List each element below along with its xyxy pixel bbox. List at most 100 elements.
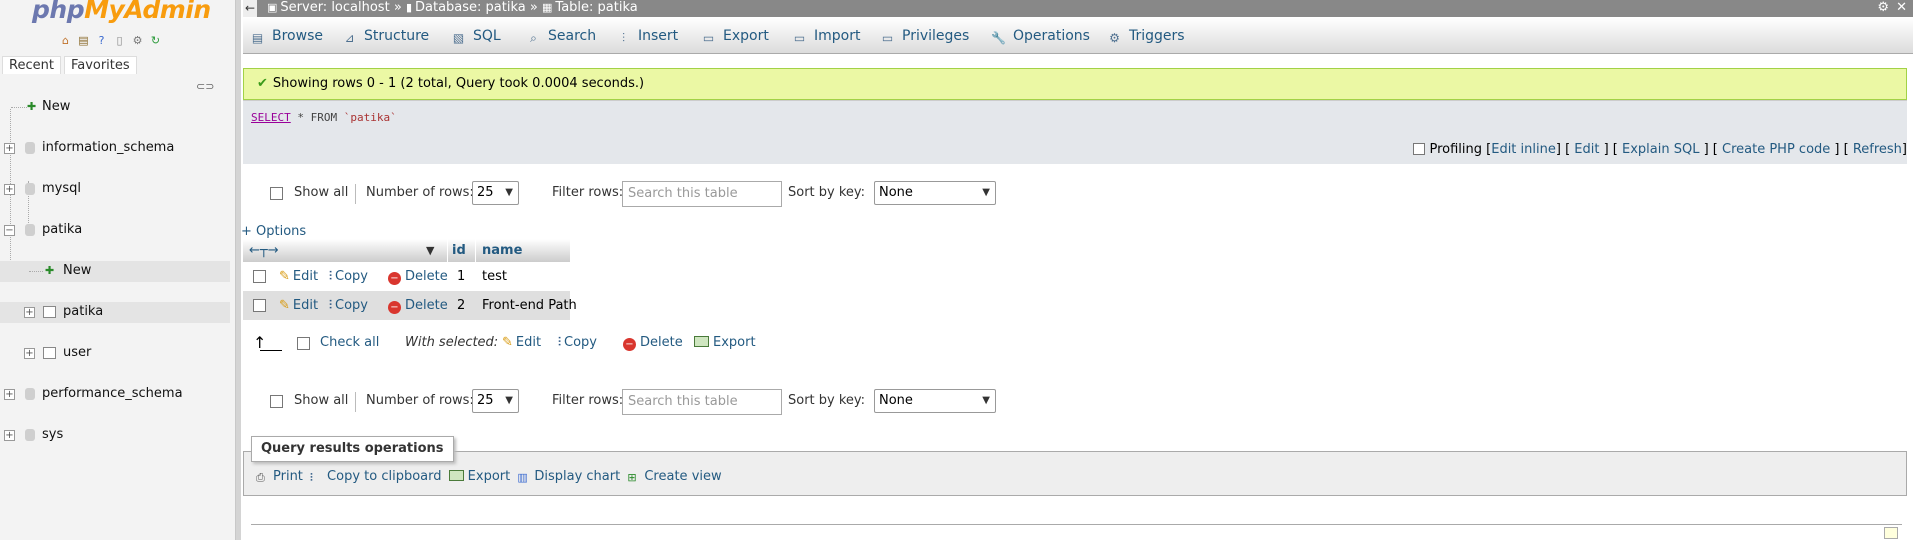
gear-icon[interactable]: ⚙ — [130, 33, 145, 48]
sort-by-key-select[interactable]: None ▼ — [874, 389, 996, 413]
tree-item-information-schema[interactable]: + information_schema — [0, 138, 230, 159]
delete-icon: − — [388, 272, 401, 285]
column-header-id[interactable]: id — [452, 239, 466, 262]
copy-to-clipboard-link[interactable]: ⫶ Copy to clipboard — [310, 469, 441, 484]
collapse-icon[interactable]: − — [4, 225, 15, 236]
column-header-name[interactable]: name — [482, 239, 522, 262]
display-chart-link[interactable]: ▥ Display chart — [517, 469, 620, 484]
expand-icon[interactable]: + — [24, 348, 35, 359]
sql-query[interactable]: SELECT * FROM `patika` — [251, 111, 397, 124]
filter-rows-input[interactable]: Search this table — [622, 389, 782, 415]
row-copy-button[interactable]: ⫶ Copy — [329, 262, 368, 291]
show-all-checkbox[interactable] — [270, 395, 283, 408]
selected-export-button[interactable]: Export — [694, 335, 756, 350]
row-copy-button[interactable]: ⫶ Copy — [329, 291, 368, 320]
tab-sql[interactable]: ▧ SQL — [451, 18, 501, 54]
logout-icon[interactable]: ▤ — [76, 33, 91, 48]
tree-item-new[interactable]: ✚ New — [0, 97, 230, 118]
tab-structure[interactable]: ⊿ Structure — [342, 18, 429, 54]
database-icon — [25, 183, 35, 195]
tree-item-patika[interactable]: − patika — [0, 220, 230, 241]
query-results-operations-legend: Query results operations — [251, 436, 454, 462]
expand-icon[interactable]: + — [4, 143, 15, 154]
row-checkbox[interactable] — [253, 270, 266, 283]
column-resize-arrows[interactable]: ←┬→ — [249, 239, 279, 262]
console-icon[interactable] — [1884, 527, 1898, 539]
tab-export[interactable]: ▭ Export — [701, 18, 769, 54]
edit-inline-link[interactable]: Edit inline — [1491, 142, 1556, 157]
tab-browse[interactable]: ▤ Browse — [250, 18, 323, 54]
back-arrow-icon[interactable]: ← — [243, 0, 257, 17]
expand-icon[interactable]: + — [4, 430, 15, 441]
phpmyadmin-logo[interactable]: phpMyAdmin — [32, 0, 211, 24]
table-icon — [43, 306, 56, 318]
sort-dropdown-icon[interactable]: ▼ — [426, 239, 434, 262]
tree-item-mysql[interactable]: + mysql — [0, 179, 230, 200]
expand-icon[interactable]: + — [4, 184, 15, 195]
delete-icon: − — [388, 301, 401, 314]
selected-edit-button[interactable]: ✎ Edit — [502, 335, 541, 350]
show-all-checkbox[interactable] — [270, 187, 283, 200]
table-row: ✎ Edit ⫶ Copy − Delete 2 Front-end Path — [243, 291, 577, 320]
home-icon[interactable]: ⌂ — [58, 33, 73, 48]
tree-item-table-patika[interactable]: + patika — [0, 302, 230, 323]
tree-item-table-user[interactable]: + user — [0, 343, 230, 364]
selected-delete-button[interactable]: − Delete — [623, 335, 683, 351]
create-php-code-link[interactable]: Create PHP code — [1722, 142, 1830, 157]
row-edit-button[interactable]: ✎ Edit — [279, 262, 318, 291]
selected-copy-button[interactable]: ⫶ Copy — [558, 335, 597, 350]
docs-icon[interactable]: ▯ — [112, 33, 127, 48]
breadcrumb-table[interactable]: Table: patika — [555, 0, 637, 15]
cell-name[interactable]: Front-end Path — [482, 291, 577, 320]
check-all-label[interactable]: Check all — [320, 335, 379, 350]
cell-name[interactable]: test — [482, 262, 507, 291]
cell-id[interactable]: 2 — [457, 291, 465, 320]
tab-search[interactable]: ⌕ Search — [526, 18, 596, 54]
sort-by-key-select[interactable]: None ▼ — [874, 181, 996, 205]
edit-link[interactable]: Edit — [1574, 142, 1599, 157]
expand-icon[interactable]: + — [24, 307, 35, 318]
tab-favorites[interactable]: Favorites — [63, 56, 137, 74]
reload-icon[interactable]: ↻ — [148, 33, 163, 48]
tree-item-performance-schema[interactable]: + performance_schema — [0, 384, 230, 405]
create-view-link[interactable]: ⊞ Create view — [627, 469, 721, 484]
help-icon[interactable]: ? — [94, 33, 109, 48]
breadcrumb-bar: ← ▣ Server: localhost » ▮ Database: patika… — [243, 0, 1913, 17]
filter-rows-input[interactable]: Search this table — [622, 181, 782, 207]
refresh-link[interactable]: Refresh — [1853, 142, 1902, 157]
check-icon: ✔ — [257, 76, 268, 91]
number-of-rows-select[interactable]: 25 ▼ — [472, 389, 519, 413]
explain-sql-link[interactable]: Explain SQL — [1622, 142, 1699, 157]
breadcrumb-server[interactable]: Server: localhost — [280, 0, 389, 15]
print-link[interactable]: ⎙ Print — [256, 469, 303, 484]
tab-privileges[interactable]: ▭ Privileges — [880, 18, 970, 54]
number-of-rows-select[interactable]: 25 ▼ — [472, 181, 519, 205]
tree-item-patika-new[interactable]: ✚ New — [0, 261, 230, 282]
row-delete-button[interactable]: − Delete — [388, 291, 448, 320]
cell-id[interactable]: 1 — [457, 262, 465, 291]
tab-insert[interactable]: ⫶ Insert — [616, 18, 678, 54]
settings-gear-icon[interactable]: ⚙ — [1877, 0, 1889, 16]
link-icon[interactable]: ⊂⊃ — [196, 80, 214, 93]
profiling-checkbox[interactable] — [1413, 143, 1426, 155]
breadcrumb: ▣ Server: localhost » ▮ Database: patika »… — [267, 0, 638, 15]
options-link[interactable]: + Options — [241, 224, 306, 239]
row-edit-button[interactable]: ✎ Edit — [279, 291, 318, 320]
close-icon[interactable]: ✕ — [1896, 0, 1907, 16]
sql-tools: Profiling [Edit inline] [ Edit ] [ Expla… — [1413, 142, 1907, 157]
pencil-icon: ✎ — [279, 269, 290, 284]
breadcrumb-database[interactable]: Database: patika — [415, 0, 526, 15]
tab-import[interactable]: ▭ Import — [792, 18, 861, 54]
database-tree: ✚ New + information_schema + mysql − pat… — [0, 97, 230, 442]
tab-triggers[interactable]: ⚙ Triggers — [1107, 18, 1184, 54]
row-checkbox[interactable] — [253, 299, 266, 312]
tab-operations[interactable]: 🔧 Operations — [991, 18, 1090, 54]
export-link[interactable]: Export — [448, 469, 510, 484]
table-icon — [43, 347, 56, 359]
expand-icon[interactable]: + — [4, 389, 15, 400]
tree-item-sys[interactable]: + sys — [0, 425, 230, 446]
check-all-checkbox[interactable] — [297, 337, 310, 350]
tab-recent[interactable]: Recent — [2, 56, 61, 74]
wrench-icon: 🔧 — [991, 31, 1006, 45]
row-delete-button[interactable]: − Delete — [388, 262, 448, 291]
